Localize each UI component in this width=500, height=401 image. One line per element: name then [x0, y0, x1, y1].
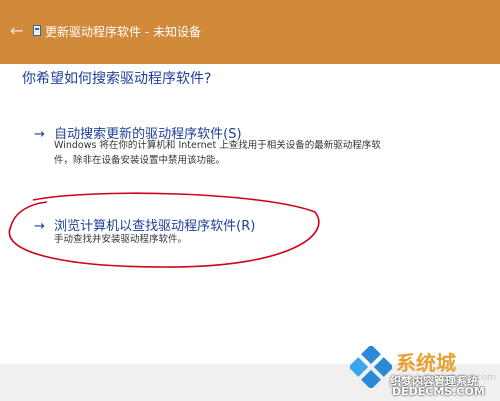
watermark: 系统城 xitongcheng.com 织梦内容管理系统 DEDECMS.COM	[350, 344, 500, 401]
page-heading: 你希望如何搜索驱动程序软件?	[22, 71, 212, 87]
option-auto-search-desc-line1: Windows 将在你的计算机和 Internet 上查找用于相关设备的最新驱动…	[54, 140, 381, 151]
back-arrow-icon[interactable]: ←	[10, 22, 28, 40]
windows-logo-icon	[350, 346, 392, 388]
title-bar: ← 更新驱动程序软件 - 未知设备	[0, 0, 500, 64]
option-auto-search-desc-line2: 件，除非在设备安装设置中禁用该功能。	[54, 155, 226, 166]
watermark-cms-url: DEDECMS.COM	[392, 385, 485, 398]
device-icon	[33, 25, 41, 36]
window-title: 更新驱动程序软件 - 未知设备	[45, 25, 201, 39]
watermark-site-name: 系统城	[396, 351, 456, 375]
red-annotation-ellipse	[8, 192, 320, 268]
arrow-right-icon: →	[34, 127, 45, 142]
